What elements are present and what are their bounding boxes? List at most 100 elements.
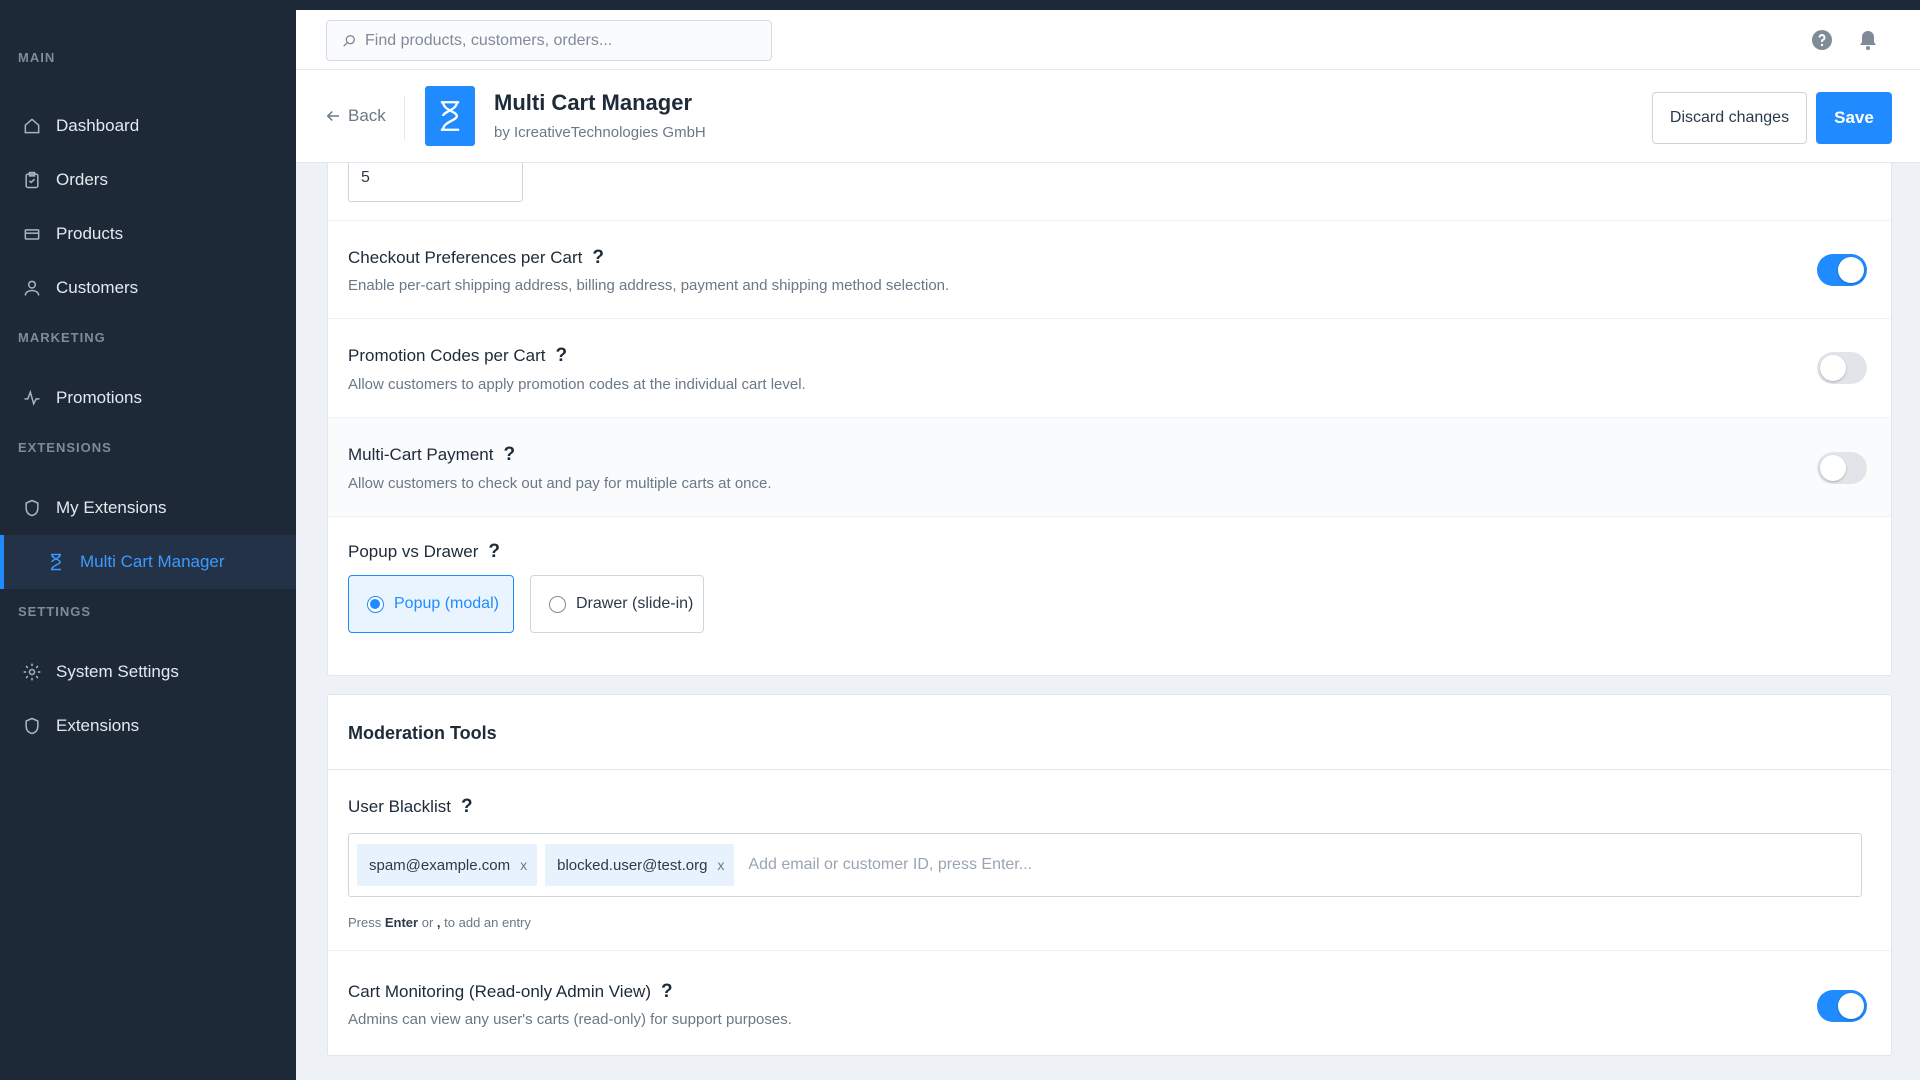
remove-tag-icon[interactable]: x [520,857,527,873]
tag-label: spam@example.com [369,856,511,874]
blacklist-tag: spam@example.com x [357,844,538,886]
hint-text: to add an entry [444,915,531,930]
sidebar-item-promotions[interactable]: Promotions [0,371,296,425]
back-button[interactable]: Back [324,106,386,126]
promotion-codes-desc: Allow customers to apply promotion codes… [348,376,806,393]
blacklist-tag: blocked.user@test.org x [545,844,735,886]
sidebar-item-label: Products [56,224,124,243]
drawer-slide-in-option[interactable]: Drawer (slide-in) [530,575,704,633]
cart-monitoring-title: Cart Monitoring (Read-only Admin View) [348,982,651,1001]
remove-tag-icon[interactable]: x [717,857,724,873]
radio-dot [549,595,566,613]
box-icon [22,224,42,244]
setting-multi-cart-payment: Multi-Cart Payment ? Allow customers to … [328,417,1891,516]
top-strip [0,0,1920,10]
help-icon[interactable] [1810,28,1834,52]
nav-section-marketing: MARKETING [18,330,106,345]
sidebar-item-label: Multi Cart Manager [80,552,225,571]
blacklist-entry-input[interactable] [748,856,1349,874]
display-mode-radio-group: Popup (modal) Drawer (slide-in) [348,575,748,635]
cart-monitoring-toggle[interactable] [1817,990,1867,1022]
blacklist-tag-input[interactable]: spam@example.com x blocked.user@test.org… [348,833,1862,897]
multi-cart-payment-toggle[interactable] [1817,452,1867,484]
pulse-icon [22,388,42,408]
content-scroll-area[interactable]: Checkout Preferences per Cart ? Enable p… [296,163,1920,1080]
number-input[interactable] [348,163,523,202]
setting-title: Promotion Codes per Cart ? [348,345,567,367]
page-title: Multi Cart Manager [494,90,693,115]
toggle-knob [1820,455,1846,481]
help-icon[interactable]: ? [661,981,673,1003]
sidebar-item-system-settings[interactable]: System Settings [0,645,296,699]
sidebar-item-extensions[interactable]: Extensions [0,699,296,753]
checkout-preferences-title: Checkout Preferences per Cart [348,248,583,267]
multi-cart-payment-desc: Allow customers to check out and pay for… [348,475,772,492]
search-input[interactable] [365,31,765,50]
hint-key-enter: Enter [384,915,419,930]
toggle-knob [1838,257,1864,283]
search-box[interactable] [326,20,772,61]
nav-section-extensions: EXTENSIONS [18,440,112,455]
main-area: Back Multi Cart Manager by IcreativeTech… [296,10,1920,1080]
top-icons [1810,28,1880,52]
setting-popup-vs-drawer: Popup vs Drawer ? Popup (modal) Drawer (… [328,516,1891,676]
bell-icon[interactable] [1856,28,1880,52]
cart-monitoring-desc: Admins can view any user's carts (read-o… [348,1011,792,1028]
sidebar: MAIN Dashboard Orders Products Customers… [0,10,296,1080]
hourglass-icon [440,101,460,131]
sidebar-item-customers[interactable]: Customers [0,261,296,315]
sidebar-item-orders[interactable]: Orders [0,153,296,207]
promotion-codes-title: Promotion Codes per Cart [348,346,546,365]
tag-label: blocked.user@test.org [557,856,708,874]
shield-icon [22,716,42,736]
hint-text: or [421,915,434,930]
hint-key-comma: , [436,915,441,930]
setting-cart-monitoring: Cart Monitoring (Read-only Admin View) ?… [328,950,1891,1056]
settings-card: Checkout Preferences per Cart ? Enable p… [327,163,1892,676]
setting-title: User Blacklist ? [348,796,473,818]
checkout-preferences-toggle[interactable] [1817,254,1867,286]
popup-modal-option[interactable]: Popup (modal) [348,575,514,633]
user-icon [22,278,42,298]
popup-vs-drawer-title: Popup vs Drawer [348,542,479,561]
nav-section-settings: SETTINGS [18,604,92,619]
sidebar-item-label: Orders [56,170,108,189]
page-header: Back Multi Cart Manager by IcreativeTech… [296,70,1920,163]
back-label: Back [348,106,386,125]
help-icon[interactable]: ? [592,247,604,269]
hint-text: Press [348,915,382,930]
sidebar-item-dashboard[interactable]: Dashboard [0,99,296,153]
setting-title: Cart Monitoring (Read-only Admin View) ? [348,981,673,1003]
checkout-preferences-desc: Enable per-cart shipping address, billin… [348,277,950,294]
moderation-tools-card: Moderation Tools User Blacklist ? spam@e… [327,694,1892,1056]
save-button[interactable]: Save [1816,92,1892,144]
gear-icon [22,662,42,682]
setting-promotion-codes: Promotion Codes per Cart ? Allow custome… [328,318,1891,417]
sidebar-item-label: Dashboard [56,116,140,135]
setting-title: Checkout Preferences per Cart ? [348,247,604,269]
shield-icon [22,498,42,518]
sidebar-item-products[interactable]: Products [0,207,296,261]
setting-title: Multi-Cart Payment ? [348,444,515,466]
toggle-knob [1838,993,1864,1019]
home-icon [22,116,42,136]
blacklist-hint: Press Enter or , to add an entry [348,915,531,930]
help-icon[interactable]: ? [461,796,473,818]
moderation-tools-heading: Moderation Tools [348,723,497,743]
hourglass-icon [46,552,66,572]
sidebar-item-my-extensions[interactable]: My Extensions [0,481,296,535]
user-blacklist-title: User Blacklist [348,797,451,816]
multi-cart-payment-title: Multi-Cart Payment [348,445,494,464]
sidebar-item-label: Promotions [56,388,142,407]
promotion-codes-toggle[interactable] [1817,352,1867,384]
help-icon[interactable]: ? [503,444,515,466]
sidebar-item-label: System Settings [56,662,179,681]
help-icon[interactable]: ? [555,345,567,367]
sidebar-item-multi-cart-manager[interactable]: Multi Cart Manager [0,535,296,589]
help-icon[interactable]: ? [488,541,500,563]
app-logo [425,86,475,146]
discard-changes-button[interactable]: Discard changes [1652,92,1807,144]
setting-checkout-preferences: Checkout Preferences per Cart ? Enable p… [328,220,1891,318]
radio-label: Drawer (slide-in) [576,595,694,612]
arrow-left-icon [326,110,339,122]
